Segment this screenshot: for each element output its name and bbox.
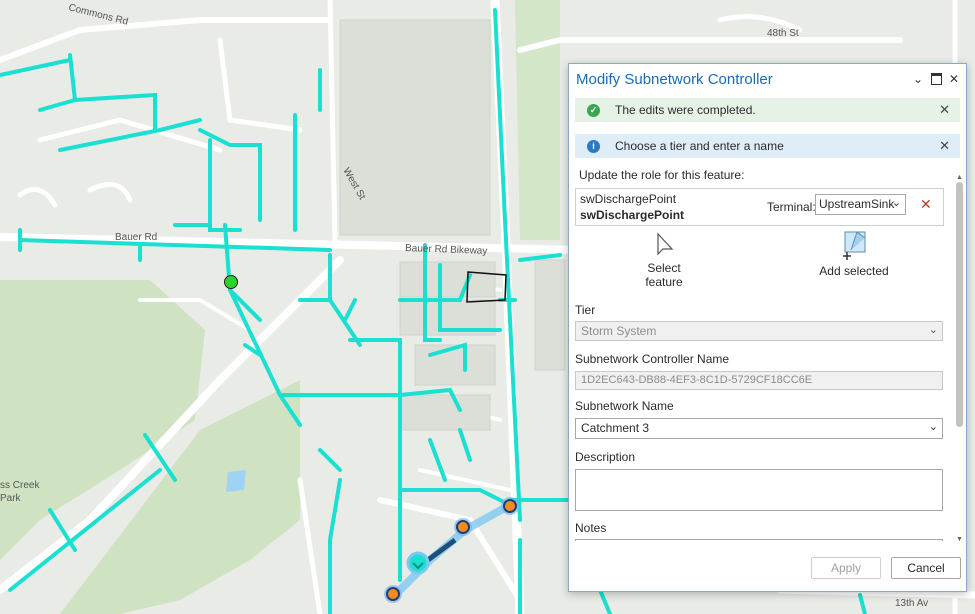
inlet-point[interactable]: [384, 585, 402, 603]
check-circle-icon: ✓: [587, 103, 600, 117]
success-message-text: The edits were completed.: [615, 103, 756, 117]
remove-icon[interactable]: ✕: [920, 196, 932, 213]
scroll-down-icon[interactable]: ▼: [955, 536, 964, 544]
role-section-label: Update the role for this feature:: [579, 168, 745, 182]
inlet-point[interactable]: [454, 518, 472, 536]
tier-value: Storm System: [581, 324, 657, 338]
close-icon[interactable]: ✕: [947, 72, 961, 86]
notes-label: Notes: [575, 521, 607, 535]
discharge-point[interactable]: [406, 551, 430, 575]
info-icon: i: [587, 139, 600, 153]
street-label: 48th St: [767, 28, 799, 39]
notes-textarea[interactable]: [575, 539, 943, 541]
apply-button[interactable]: Apply: [811, 557, 881, 579]
close-icon[interactable]: ✕: [939, 102, 950, 118]
cancel-button[interactable]: Cancel: [891, 557, 961, 579]
description-label: Description: [575, 450, 636, 464]
terminal-label: Terminal:: [767, 200, 816, 214]
terminal-dropdown[interactable]: UpstreamSink ⌄: [815, 194, 906, 215]
pointer-icon: [657, 232, 674, 256]
controller-point[interactable]: [224, 275, 238, 289]
pane-content: Update the role for this feature: swDisc…: [569, 162, 952, 541]
description-textarea[interactable]: [575, 469, 943, 511]
select-feature-button[interactable]: Select feature: [619, 232, 709, 292]
inlet-point[interactable]: [501, 497, 519, 515]
subnetwork-name-label: Subnetwork Name: [575, 399, 674, 413]
chevron-down-icon: ⌄: [928, 421, 938, 433]
chevron-down-icon[interactable]: ⌄: [911, 72, 925, 86]
feature-name-bold: swDischargePoint: [580, 208, 685, 222]
terminal-value: UpstreamSink: [819, 197, 895, 211]
scrollbar-thumb[interactable]: [956, 182, 963, 427]
street-label: 13th Av: [895, 598, 928, 609]
success-message: ✓ The edits were completed. ✕: [575, 98, 960, 122]
subnetwork-name-dropdown[interactable]: Catchment 3 ⌄: [575, 418, 943, 439]
subnetwork-name-value: Catchment 3: [581, 421, 650, 435]
maximize-icon[interactable]: [929, 72, 943, 86]
add-selected-icon: [843, 231, 866, 260]
modify-subnetwork-controller-pane: Modify Subnetwork Controller ⌄ ✕ ✓ The e…: [568, 63, 967, 592]
tier-dropdown[interactable]: Storm System ⌄: [575, 321, 943, 341]
add-selected-label: Add selected: [819, 264, 889, 278]
controller-name-field[interactable]: 1D2EC643-DB88-4EF3-8C1D-5729CF18CC6E: [575, 371, 943, 390]
info-message-text: Choose a tier and enter a name: [615, 139, 784, 153]
pond: [226, 470, 246, 492]
controller-name-value: 1D2EC643-DB88-4EF3-8C1D-5729CF18CC6E: [581, 374, 813, 386]
select-feature-label: Select: [647, 261, 681, 275]
street-label: Bauer Rd: [115, 232, 157, 243]
scroll-up-icon[interactable]: ▲: [955, 174, 964, 182]
park-area: [515, 0, 560, 240]
park-label: Park: [0, 493, 22, 504]
chevron-down-icon: ⌄: [928, 324, 938, 336]
pane-scrollbar[interactable]: ▲ ▼: [955, 174, 964, 544]
feature-role-row: swDischargePoint swDischargePoint Termin…: [575, 188, 944, 226]
feature-name: swDischargePoint: [580, 192, 677, 206]
add-selected-button[interactable]: Add selected: [804, 228, 904, 283]
close-icon[interactable]: ✕: [939, 138, 950, 154]
info-message: i Choose a tier and enter a name ✕: [575, 134, 960, 158]
pane-header: Modify Subnetwork Controller ⌄ ✕: [569, 64, 966, 94]
controller-name-label: Subnetwork Controller Name: [575, 352, 730, 366]
pane-title: Modify Subnetwork Controller: [576, 71, 773, 88]
park-label: ss Creek: [0, 480, 40, 491]
select-feature-label: feature: [645, 275, 683, 289]
tier-label: Tier: [575, 303, 596, 317]
chevron-down-icon: ⌄: [891, 197, 901, 209]
